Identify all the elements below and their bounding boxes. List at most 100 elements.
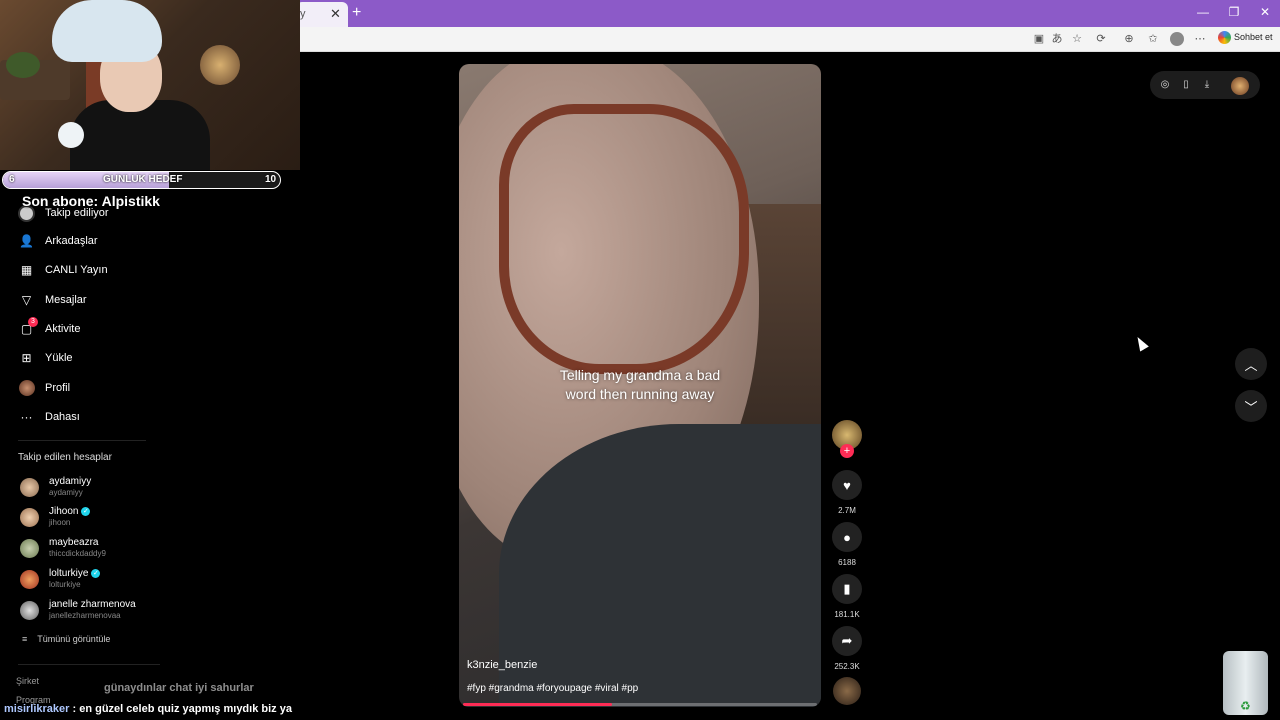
daily-goal-bar: 6 GUNLUK HEDEF 10 <box>2 171 281 189</box>
heart-icon: ♥ <box>843 477 851 493</box>
follow-plus-icon[interactable]: + <box>840 444 854 458</box>
chat-message: günaydınlar chat iyi sahurlar <box>4 682 254 694</box>
account-name: maybeazra <box>49 537 99 548</box>
browser-tab[interactable]: y ✕ <box>296 2 348 27</box>
tab-close-icon[interactable]: ✕ <box>330 6 341 22</box>
avatar <box>20 601 39 620</box>
account-username: aydamiyy <box>49 488 83 497</box>
sidebar-item-upload[interactable]: ⊞ Yükle <box>18 348 73 368</box>
music-disc[interactable] <box>833 677 861 705</box>
profile-icon[interactable] <box>1170 32 1184 46</box>
video-hashtags[interactable]: #fyp #grandma #foryoupage #viral #pp <box>467 683 638 694</box>
video-author[interactable]: k3nzie_benzie <box>467 659 537 671</box>
recycle-icon: ♻ <box>1240 699 1251 713</box>
device-icon[interactable]: ▯ <box>1179 78 1193 92</box>
video-glasses <box>499 104 749 374</box>
chat-text: : en güzel celeb quiz yapmış mıydık biz … <box>72 703 292 715</box>
video-player[interactable]: Telling my grandma a bad word then runni… <box>459 64 821 707</box>
followed-account[interactable]: maybeazra thiccdickdaddy9 <box>20 537 160 565</box>
next-video-button[interactable]: ﹀ <box>1235 390 1267 422</box>
save-button[interactable]: ▮ <box>832 574 862 604</box>
account-name-row: Jihoon ✓ <box>49 506 91 517</box>
goal-target: 10 <box>265 174 277 185</box>
webcam-pompom <box>58 122 84 148</box>
minimize-button[interactable]: — <box>1193 5 1213 19</box>
sidebar-divider <box>18 664 160 665</box>
like-button[interactable]: ♥ <box>832 470 862 500</box>
tab-title: y <box>300 8 306 20</box>
webcam-hat <box>52 0 162 62</box>
see-all-link[interactable]: ≡ Tümünü görüntüle <box>22 634 110 644</box>
sidebar-item-live[interactable]: ▦ CANLI Yayın <box>18 260 108 280</box>
sidebar-divider <box>18 440 146 441</box>
account-name: Jihoon <box>49 506 79 517</box>
followed-account[interactable]: Jihoon ✓ jihoon <box>20 506 160 534</box>
screen: y ✕ + — ❐ ✕ ▣ あ ☆ ⟳ ⊕ ✩ ⋯ Sohbet et 6 GU… <box>0 0 1280 720</box>
account-username: thiccdickdaddy9 <box>49 549 106 558</box>
avatar <box>20 539 39 558</box>
sidebar-item-label: Arkadaşlar <box>45 235 98 247</box>
more-icon: ··· <box>20 410 33 424</box>
list-icon: ≡ <box>22 634 28 644</box>
comment-button[interactable]: ● <box>832 522 862 552</box>
followed-account[interactable]: aydamiyy aydamiyy <box>20 476 160 504</box>
sidebar-item-label: Mesajlar <box>45 294 87 306</box>
sidebar-item-profile[interactable]: Profil <box>18 378 70 398</box>
sidebar-item-friends[interactable]: 👤 Arkadaşlar <box>18 231 98 251</box>
live-icon: ▦ <box>20 263 33 277</box>
sidebar-item-messages[interactable]: ▽ Mesajlar <box>18 290 87 310</box>
avatar <box>20 478 39 497</box>
new-tab-button[interactable]: + <box>352 4 361 22</box>
account-username: jihoon <box>49 518 71 527</box>
share-count: 252.3K <box>834 662 860 671</box>
avatar <box>20 508 39 527</box>
last-subscriber: Son abone: Alpistikk <box>22 193 160 209</box>
user-avatar[interactable] <box>1231 77 1249 95</box>
caption-line: Telling my grandma a bad <box>559 367 721 383</box>
followed-account[interactable]: janelle zharmenova janellezharmenovaa <box>20 599 160 627</box>
refresh-icon[interactable]: ⟳ <box>1094 32 1108 46</box>
download-icon[interactable]: ⤓ <box>1200 78 1214 92</box>
more-icon[interactable]: ⋯ <box>1193 32 1207 46</box>
video-progress-bar[interactable] <box>463 703 817 706</box>
share-button[interactable]: ➦ <box>832 626 862 656</box>
account-name: janelle zharmenova <box>49 599 136 610</box>
account-username: janellezharmenovaa <box>49 611 121 620</box>
sidebar-item-label: Profil <box>45 382 71 394</box>
chevron-up-icon: ︿ <box>1244 357 1258 373</box>
translate-icon[interactable]: あ <box>1050 32 1064 46</box>
screen-icon[interactable]: ▣ <box>1032 32 1046 46</box>
copilot-button[interactable]: Sohbet et <box>1218 31 1273 44</box>
followed-account[interactable]: lolturkiye ✓ lolturkiye <box>20 568 160 596</box>
previous-video-button[interactable]: ︿ <box>1235 348 1267 380</box>
goal-current: 6 <box>9 174 15 185</box>
webcam-overlay <box>0 0 300 170</box>
verified-icon: ✓ <box>81 506 91 516</box>
profile-icon <box>18 380 35 397</box>
activity-icon: ▢ 3 <box>18 316 38 338</box>
chat-username: misirlikraker <box>4 703 70 715</box>
close-window-button[interactable]: ✕ <box>1255 5 1275 19</box>
chat-message: misirlikraker : en güzel celeb quiz yapm… <box>4 703 292 715</box>
activity-badge: 3 <box>28 316 38 327</box>
upload-icon: ⊞ <box>21 351 32 365</box>
followed-accounts-heading: Takip edilen hesaplar <box>18 452 112 463</box>
video-caption: Telling my grandma a bad word then runni… <box>459 366 821 404</box>
sidebar-item-more[interactable]: ··· Dahası <box>18 407 80 427</box>
sidebar-item-activity[interactable]: ▢ 3 Aktivite <box>18 316 81 339</box>
star-icon[interactable]: ☆ <box>1070 32 1084 46</box>
messages-icon: ▽ <box>21 293 32 307</box>
comment-count: 6188 <box>838 558 856 567</box>
verified-icon: ✓ <box>91 568 101 578</box>
restore-button[interactable]: ❐ <box>1224 5 1244 19</box>
favorites-icon[interactable]: ✩ <box>1146 32 1160 46</box>
speed-icon[interactable]: ◎ <box>1158 78 1172 92</box>
collections-icon[interactable]: ⊕ <box>1122 32 1136 46</box>
bookmark-icon: ▮ <box>843 581 851 596</box>
sidebar-item-label: Yükle <box>45 352 73 364</box>
sidebar-item-label: Aktivite <box>45 323 81 335</box>
account-username: lolturkiye <box>49 580 81 589</box>
goal-label: GUNLUK HEDEF <box>103 174 183 185</box>
share-icon: ➦ <box>841 633 853 648</box>
save-count: 181.1K <box>834 610 860 619</box>
